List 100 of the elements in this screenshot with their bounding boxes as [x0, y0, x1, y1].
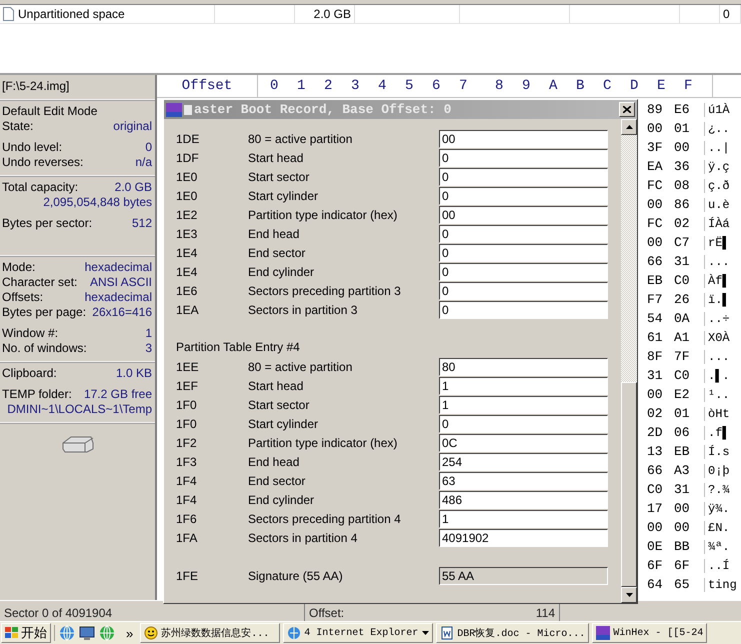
info-value: 512	[132, 216, 152, 231]
ascii-text: ï.▌	[704, 292, 730, 306]
hex-byte: 00	[674, 501, 691, 516]
value-field[interactable]: 63	[439, 472, 608, 490]
ascii-text: ..|	[704, 140, 730, 154]
value-field[interactable]: 0	[439, 224, 608, 242]
ascii-text: ..Í	[704, 558, 730, 572]
info-label: Offsets:	[2, 290, 44, 305]
info-label: Bytes per sector:	[2, 216, 92, 231]
value-field[interactable]: 1	[439, 376, 608, 394]
hex-byte: 06	[674, 425, 691, 440]
value-field[interactable]: 80	[439, 358, 608, 376]
hex-byte: C0	[647, 482, 664, 497]
ascii-text: .f▌	[704, 426, 730, 440]
hex-byte: EB	[674, 444, 691, 459]
hex-byte: BB	[674, 539, 691, 554]
info-value: 2,095,054,848 bytes	[43, 195, 152, 210]
ascii-text: X0À	[704, 330, 730, 344]
hex-byte: 08	[674, 178, 691, 193]
value-field[interactable]: 4091902	[439, 528, 608, 546]
field-label: Sectors in partition 4	[248, 530, 358, 544]
value-field[interactable]: 0	[439, 282, 608, 300]
hex-byte: 17	[647, 501, 664, 516]
hex-byte: 00	[647, 520, 664, 535]
taskbar-button[interactable]: 4 Internet Explorer	[283, 623, 434, 643]
value-field[interactable]: 486	[439, 490, 608, 508]
hex-byte: 89	[647, 102, 664, 117]
taskbar-button[interactable]: WinHex - [[5-24	[592, 623, 708, 643]
value-field[interactable]: 0	[439, 244, 608, 262]
info-value: 0	[145, 140, 152, 155]
ascii-text: ÿ.ç	[704, 160, 730, 174]
ascii-text: .▌.	[704, 368, 730, 382]
value-field[interactable]: 0	[439, 300, 608, 318]
hex-byte: 31	[647, 368, 664, 383]
hex-byte: 0E	[647, 539, 664, 554]
hex-byte: 0A	[674, 311, 691, 326]
hex-byte: A3	[674, 463, 691, 478]
hex-byte: C0	[674, 368, 691, 383]
info-label: [F:\5-24.img]	[2, 79, 70, 94]
value-field[interactable]: 0	[439, 186, 608, 204]
value-field[interactable]: 0	[439, 148, 608, 166]
hex-byte: FC	[647, 216, 664, 231]
more-icons-toggle[interactable]: »	[122, 626, 138, 640]
info-value: 17.2 GB free	[84, 387, 152, 402]
field-label: End sector	[248, 246, 306, 260]
hex-byte: 64	[647, 577, 664, 592]
field-label: Start sector	[248, 170, 310, 184]
file-size: 2.0 GB	[314, 7, 351, 21]
hex-byte: 00	[674, 520, 691, 535]
ascii-text: Í.s	[704, 444, 730, 458]
byte-offset: 1F2	[176, 436, 198, 450]
info-value: ANSI ASCII	[90, 275, 152, 290]
info-label: Undo level:	[2, 140, 62, 155]
hex-byte: F7	[647, 292, 664, 307]
byte-offset: 1F6	[176, 512, 198, 526]
hex-byte: 66	[647, 254, 664, 269]
hex-byte: 02	[647, 406, 664, 421]
value-field[interactable]: 1	[439, 396, 608, 414]
value-field[interactable]: 1	[439, 510, 608, 528]
taskbar-button[interactable]: DBR恢复.doc - Micro...	[436, 623, 590, 643]
column-header: 3	[351, 78, 360, 94]
byte-offset: 1F4	[176, 474, 198, 488]
field-label: End cylinder	[248, 492, 316, 506]
hex-byte: 00	[674, 140, 691, 155]
value-field[interactable]: 254	[439, 452, 608, 470]
byte-offset: 1FA	[176, 530, 198, 544]
value-field[interactable]: 00	[439, 130, 608, 148]
start-button[interactable]: 开始	[1, 623, 51, 643]
hex-byte: 6F	[674, 558, 691, 573]
hex-byte: A1	[674, 330, 691, 345]
hex-byte: 13	[647, 444, 664, 459]
field-label: Start head	[248, 150, 304, 164]
info-label: Default Edit Mode	[2, 104, 98, 119]
value-field[interactable]: 00	[439, 206, 608, 224]
hex-byte: C0	[674, 273, 691, 288]
info-value: hexadecimal	[84, 290, 152, 305]
byte-offset: 1FE	[176, 568, 200, 582]
value-field[interactable]: 0	[439, 168, 608, 186]
value-field[interactable]: 0C	[439, 434, 608, 452]
info-value: 26x16=416	[92, 305, 152, 320]
info-label: State:	[2, 119, 34, 134]
info-value: 1.0 KB	[116, 366, 152, 381]
byte-offset: 1F4	[176, 492, 198, 506]
field-label: Sectors in partition 3	[248, 302, 358, 316]
info-label: TEMP folder:	[2, 387, 72, 402]
value-field[interactable]: 0	[439, 262, 608, 280]
ascii-text: ¹..	[704, 388, 730, 402]
byte-offset: 1E4	[176, 246, 198, 260]
value-field[interactable]: 0	[439, 414, 608, 432]
info-value: 2.0 GB	[114, 180, 152, 195]
info-value: DMINI~1\LOCALS~1\Temp	[7, 402, 152, 417]
info-value: 1	[145, 326, 152, 341]
ascii-text: ..÷	[704, 312, 730, 326]
hex-byte: 8F	[647, 349, 664, 364]
taskbar-button[interactable]: 苏州绿数数据信息安...	[140, 623, 280, 643]
ascii-text: u.è	[704, 198, 730, 212]
hex-byte: 31	[674, 254, 691, 269]
field-label: 80 = active partition	[248, 132, 354, 146]
byte-offset: 1E6	[176, 284, 198, 298]
hex-byte: 01	[674, 406, 691, 421]
